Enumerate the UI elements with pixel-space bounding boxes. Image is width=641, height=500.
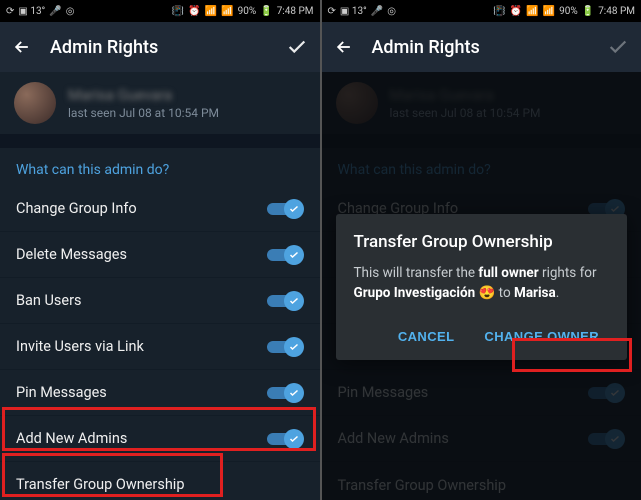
- dialog-title: Transfer Group Ownership: [354, 232, 610, 252]
- toggle[interactable]: [264, 245, 304, 265]
- toggle[interactable]: [264, 337, 304, 357]
- steam-icon: ⟳: [6, 6, 14, 17]
- perm-pin-messages[interactable]: Pin Messages: [0, 370, 320, 416]
- perm-ban-users[interactable]: Ban Users: [0, 278, 320, 324]
- confirm-icon: [607, 36, 629, 58]
- perm-change-group-info[interactable]: Change Group Info: [0, 186, 320, 232]
- clock: 7:48 PM: [277, 6, 314, 17]
- toggle[interactable]: [264, 291, 304, 311]
- page-title: Admin Rights: [50, 37, 268, 58]
- user-row[interactable]: Marisa Guevara last seen Jul 08 at 10:54…: [0, 72, 320, 134]
- toggle[interactable]: [264, 429, 304, 449]
- signal-icon: 📶: [221, 6, 233, 17]
- status-bar: ⟳ ▣ 13° 🎤 ◎ 📳 ⏰ 📶 📶 90% 🔋 7:48 PM: [0, 0, 320, 22]
- transfer-ownership-dialog: Transfer Group Ownership This will trans…: [336, 214, 628, 360]
- back-icon[interactable]: [12, 37, 32, 57]
- dialog-body: This will transfer the full owner rights…: [354, 264, 610, 303]
- perm-label: Add New Admins: [16, 430, 127, 447]
- user-status: last seen Jul 08 at 10:54 PM: [68, 106, 219, 120]
- perm-label: Ban Users: [16, 292, 82, 309]
- battery-label: 90%: [559, 6, 578, 17]
- user-name: Marisa Guevara: [68, 86, 219, 104]
- alarm-icon: ⏰: [188, 6, 200, 17]
- perm-add-new-admins[interactable]: Add New Admins: [0, 416, 320, 462]
- notif-icon: ▣ 13°: [18, 6, 45, 17]
- battery-label: 90%: [238, 6, 257, 17]
- wifi-icon: 📶: [205, 6, 217, 17]
- target-icon: ◎: [66, 6, 75, 17]
- toggle[interactable]: [264, 199, 304, 219]
- app-bar: Admin Rights: [322, 22, 641, 72]
- page-title: Admin Rights: [372, 37, 590, 58]
- perm-invite-users[interactable]: Invite Users via Link: [0, 324, 320, 370]
- confirm-icon[interactable]: [286, 36, 308, 58]
- clock: 7:48 PM: [598, 6, 635, 17]
- transfer-ownership-row[interactable]: Transfer Group Ownership: [0, 462, 320, 500]
- cancel-button[interactable]: CANCEL: [388, 321, 465, 352]
- app-bar: Admin Rights: [0, 22, 320, 72]
- back-icon[interactable]: [334, 37, 354, 57]
- mic-icon: 🎤: [371, 6, 383, 17]
- perm-label: Invite Users via Link: [16, 338, 144, 355]
- avatar: [14, 82, 56, 124]
- status-bar: ⟳ ▣ 13° 🎤 ◎ 📳 ⏰ 📶 📶 90% 🔋 7:48 PM: [322, 0, 641, 22]
- section-header: What can this admin do?: [0, 148, 320, 186]
- mic-icon: 🎤: [49, 6, 61, 17]
- signal-icon: 📶: [543, 6, 555, 17]
- wifi-icon: 📶: [526, 6, 538, 17]
- perm-label: Change Group Info: [16, 200, 137, 217]
- perm-delete-messages[interactable]: Delete Messages: [0, 232, 320, 278]
- vibrate-icon: 📳: [493, 6, 505, 17]
- change-owner-button[interactable]: CHANGE OWNER: [474, 321, 609, 352]
- alarm-icon: ⏰: [510, 6, 522, 17]
- vibrate-icon: 📳: [172, 6, 184, 17]
- transfer-label: Transfer Group Ownership: [16, 476, 184, 493]
- notif-icon: ▣ 13°: [340, 6, 367, 17]
- steam-icon: ⟳: [328, 6, 336, 17]
- target-icon: ◎: [387, 6, 396, 17]
- perm-label: Pin Messages: [16, 384, 107, 401]
- perm-label: Delete Messages: [16, 246, 127, 263]
- toggle[interactable]: [264, 383, 304, 403]
